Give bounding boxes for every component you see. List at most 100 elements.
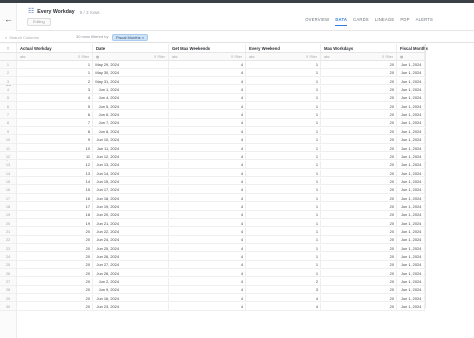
table-row[interactable]: 27 20 Jun 2, 2024 4 2 20 Jun 1, 2024 <box>0 278 425 286</box>
cell-max-workdays: 20 <box>321 161 397 168</box>
cell-date: Jun 21, 2024 <box>93 219 169 227</box>
table-row[interactable]: 10 9 Jun 10, 2024 4 1 20 Jun 1, 2024 <box>0 136 425 144</box>
row-index: 28 <box>0 286 17 294</box>
table-row[interactable]: 12 11 Jun 12, 2024 4 1 20 Jun 1, 2024 <box>0 152 425 161</box>
cell-date: Jun 14, 2024 <box>93 169 169 177</box>
column-header[interactable]: Fiscal Months <box>397 44 428 52</box>
cell-date: Jun 13, 2024 <box>93 161 169 168</box>
cell-get-max-weekends: 4 <box>169 294 246 302</box>
tab-data[interactable]: DATA <box>335 17 348 26</box>
tab-alerts[interactable]: ALERTS <box>416 17 433 26</box>
cell-fiscal-months: Jun 1, 2024 <box>397 269 425 277</box>
table-row[interactable]: 14 13 Jun 14, 2024 4 1 20 Jun 1, 2024 <box>0 169 425 178</box>
cell-actual-workday: 10 <box>17 144 93 152</box>
table-row[interactable]: 21 20 Jun 22, 2024 4 1 20 Jun 1, 2024 <box>0 228 425 236</box>
table-row[interactable]: 1 1 May 29, 2024 4 1 20 Jun 1, 2024 <box>0 61 425 69</box>
table-row[interactable]: 29 20 Jun 16, 2024 4 4 20 Jun 1, 2024 <box>0 294 425 303</box>
table-row[interactable]: 13 12 Jun 13, 2024 4 1 20 Jun 1, 2024 <box>0 161 425 169</box>
edit-tag[interactable]: Editing <box>27 18 51 26</box>
table-row[interactable]: 5 4 Jun 4, 2024 4 1 20 Jun 1, 2024 <box>0 94 425 102</box>
column-header[interactable]: Max Workdays <box>321 44 397 52</box>
table-row[interactable]: 9 8 Jun 8, 2024 4 1 20 Jun 1, 2024 <box>0 127 425 136</box>
cell-get-max-weekends: 4 <box>169 86 246 93</box>
row-index: 29 <box>0 294 17 302</box>
table-row[interactable]: 22 20 Jun 24, 2024 4 1 20 Jun 1, 2024 <box>0 236 425 244</box>
cell-date: Jun 10, 2024 <box>93 136 169 143</box>
table-row[interactable]: 7 6 Jun 6, 2024 4 1 20 Jun 1, 2024 <box>0 111 425 119</box>
table-row[interactable]: 15 14 Jun 15, 2024 4 1 20 Jun 1, 2024 <box>0 177 425 186</box>
cell-actual-workday: 20 <box>17 228 93 235</box>
cell-get-max-weekends: 4 <box>169 177 246 185</box>
cell-fiscal-months: Jun 1, 2024 <box>397 194 425 202</box>
cell-get-max-weekends: 4 <box>169 194 246 202</box>
column-type: abc ⊽ Filter <box>321 53 397 60</box>
table-row[interactable]: 23 20 Jun 25, 2024 4 1 20 Jun 1, 2024 <box>0 244 425 253</box>
row-index: 15 <box>0 177 17 185</box>
table-row[interactable]: 25 20 Jun 27, 2024 4 1 20 Jun 1, 2024 <box>0 261 425 269</box>
cell-actual-workday: 4 <box>17 94 93 101</box>
cell-date: Jun 19, 2024 <box>93 202 169 210</box>
table-row[interactable]: 26 20 Jun 28, 2024 4 1 20 Jun 1, 2024 <box>0 269 425 278</box>
table-row[interactable]: 4 3 Jun 1, 2024 4 1 20 Jun 1, 2024 <box>0 86 425 94</box>
tab-pdp[interactable]: PDP <box>400 17 409 26</box>
cell-date: Jun 11, 2024 <box>93 144 169 152</box>
filter-label: Filter <box>157 55 165 59</box>
table-row[interactable]: 17 16 Jun 18, 2024 4 1 20 Jun 1, 2024 <box>0 194 425 203</box>
cell-actual-workday: 20 <box>17 244 93 252</box>
grid-corner-icon[interactable]: ⇧ <box>0 44 17 52</box>
cell-max-workdays: 20 <box>321 228 397 235</box>
column-header[interactable]: Get Max Weekends <box>169 44 246 52</box>
column-header[interactable]: Actual Workday <box>17 44 93 52</box>
tab-cards[interactable]: CARDS <box>353 17 369 26</box>
column-type: ▦ ⊽ Filter <box>93 53 169 60</box>
column-header[interactable]: Every Weekend <box>246 44 321 52</box>
table-row[interactable]: 11 10 Jun 11, 2024 4 1 20 Jun 1, 2024 <box>0 144 425 153</box>
cell-every-weekend: 3 <box>246 286 321 294</box>
search-columns-input[interactable]: ⌕ Search Columns <box>5 33 70 41</box>
filter-chip[interactable]: Fiscal Months × <box>112 33 149 41</box>
table-row[interactable]: 6 5 Jun 5, 2024 4 1 20 Jun 1, 2024 <box>0 102 425 111</box>
table-row[interactable]: 24 20 Jun 26, 2024 4 1 20 Jun 1, 2024 <box>0 253 425 261</box>
table-row[interactable]: 20 19 Jun 21, 2024 4 1 20 Jun 1, 2024 <box>0 219 425 228</box>
cell-actual-workday: 20 <box>17 269 93 277</box>
cell-every-weekend: 1 <box>246 127 321 135</box>
cell-max-workdays: 20 <box>321 269 397 277</box>
filter-summary: 30 rows filtered by <box>76 34 109 39</box>
cell-max-workdays: 20 <box>321 61 397 68</box>
column-filter-button[interactable]: ⊽ Filter <box>306 53 317 60</box>
tab-lineage[interactable]: LINEAGE <box>375 17 395 26</box>
cell-max-workdays: 20 <box>321 278 397 285</box>
table-row[interactable]: 16 15 Jun 17, 2024 4 1 20 Jun 1, 2024 <box>0 186 425 194</box>
column-filter-button[interactable]: ⊽ Filter <box>154 53 165 60</box>
cell-every-weekend: 1 <box>246 269 321 277</box>
cell-every-weekend: 1 <box>246 186 321 193</box>
cell-every-weekend: 1 <box>246 119 321 127</box>
table-row[interactable]: 19 18 Jun 20, 2024 4 1 20 Jun 1, 2024 <box>0 211 425 219</box>
table-row[interactable]: 8 7 Jun 7, 2024 4 1 20 Jun 1, 2024 <box>0 119 425 128</box>
table-row[interactable]: 28 20 Jun 9, 2024 4 3 20 Jun 1, 2024 <box>0 286 425 295</box>
cell-date: Jun 26, 2024 <box>93 253 169 260</box>
table-row[interactable]: 18 17 Jun 19, 2024 4 1 20 Jun 1, 2024 <box>0 202 425 211</box>
cell-actual-workday: 8 <box>17 127 93 135</box>
table-row[interactable]: 3 2 May 31, 2024 4 1 20 Jun 1, 2024 <box>0 77 425 86</box>
cell-date: Jun 20, 2024 <box>93 211 169 218</box>
cell-every-weekend: 1 <box>246 102 321 110</box>
column-filter-button[interactable]: ⊽ Filter <box>231 53 242 60</box>
tab-overview[interactable]: OVERVIEW <box>305 17 329 26</box>
column-filter-button[interactable]: ⊽ Filter <box>78 53 89 60</box>
cell-date: Jun 27, 2024 <box>93 261 169 268</box>
column-filter-button[interactable]: ⊽ Filter <box>382 53 393 60</box>
table-row[interactable]: 30 20 Jun 23, 2024 4 4 20 Jun 1, 2024 <box>0 303 425 311</box>
cell-date: Jun 15, 2024 <box>93 177 169 185</box>
cell-date: Jun 8, 2024 <box>93 127 169 135</box>
row-index: 5 <box>0 94 17 101</box>
cell-get-max-weekends: 4 <box>169 236 246 243</box>
cell-date: Jun 12, 2024 <box>93 152 169 160</box>
table-row[interactable]: 2 1 May 30, 2024 4 1 20 Jun 1, 2024 <box>0 69 425 77</box>
back-arrow-icon[interactable]: ← <box>3 14 14 25</box>
cell-max-workdays: 20 <box>321 202 397 210</box>
column-header[interactable]: Date <box>93 44 169 52</box>
cell-fiscal-months: Jun 1, 2024 <box>397 186 425 193</box>
dataset-title[interactable]: Every Workday <box>37 9 74 15</box>
row-index: 2 <box>0 69 17 76</box>
